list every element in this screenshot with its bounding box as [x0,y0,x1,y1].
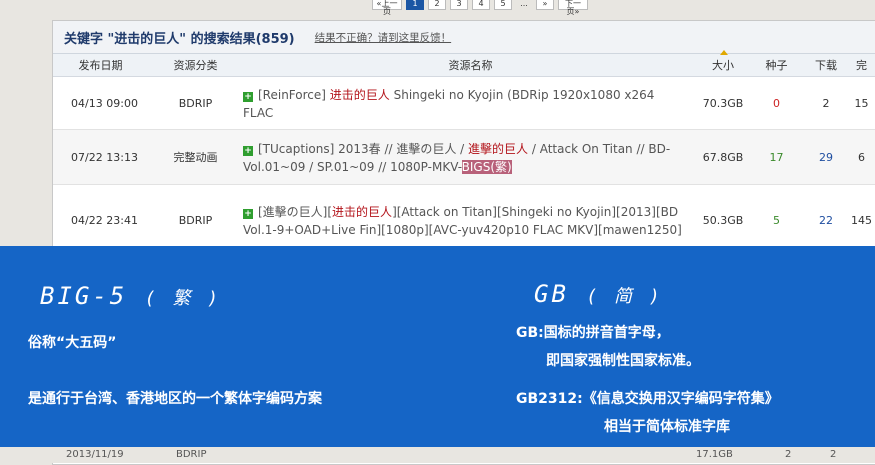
row-downloads: 2 [830,449,837,460]
download-icon[interactable]: + [243,92,253,102]
row-name-highlight: 进击的巨人 [332,205,393,219]
row-name-highlight: 进击的巨人 [329,88,390,102]
row-name-marked: BIGS(繁) [461,160,512,174]
row-name-pre: [ReinForce] [258,88,330,102]
row-date: 2013/11/19 [66,449,124,460]
results-title: 关键字 "进击的巨人" 的搜索结果(859) [64,31,295,47]
gb-title: GB [534,280,569,308]
big5-line-2: 是通行于台湾、香港地区的一个繁体字编码方案 [28,391,322,407]
big5-line-1: 俗称“大五码” [28,335,117,351]
row-seeds: 0 [773,96,780,110]
row-size: 67.8GB [702,150,744,164]
row-size: 70.3GB [702,96,744,110]
big5-paren: ( 繁 ) [144,288,222,309]
col-seeds[interactable]: 种子 [748,57,805,73]
row-name-pre: [TUcaptions] 2013春 // 進擊の巨人 / [258,142,469,156]
row-name[interactable]: + [進擊の巨人][进击的巨人][Attack on Titan][Shingek… [243,195,698,245]
pagination: «上一页 1 2 3 4 5 ... » 下一页» [372,0,588,16]
row-downloads: 22 [819,213,833,227]
row-date: 07/22 13:13 [71,150,138,164]
feedback-link[interactable]: 结果不正确？请到这里反馈！ [315,30,452,45]
table-header: 发布日期 资源分类 资源名称 大小 种子 下载 完 [53,50,875,77]
row-seeds: 2 [785,449,792,460]
col-size-label: 大小 [712,59,734,72]
row-name-highlight: 進擊的巨人 [468,142,529,156]
col-date[interactable]: 发布日期 [53,57,148,73]
col-category[interactable]: 资源分类 [148,57,243,73]
prev-page-button[interactable]: «上一页 [372,0,402,16]
page-3-button[interactable]: 3 [450,0,468,10]
row-name-pre: [進擊の巨人][ [258,205,333,219]
col-done[interactable]: 完 [847,57,875,73]
page-2-button[interactable]: 2 [428,0,446,10]
table-row: 04/13 09:00 BDRIP + [ReinForce] 进击的巨人 Shi… [53,77,875,130]
row-category[interactable]: BDRIP [148,97,243,110]
row-size: 17.1GB [696,449,733,460]
pager-ellipsis: ... [520,0,528,8]
next-page-text-button[interactable]: 下一页» [558,0,588,16]
row-done: 145 [851,213,872,227]
row-size: 50.3GB [702,213,744,227]
row-done: 15 [854,96,869,110]
row-done: 6 [858,150,865,164]
gb-line-4: 相当于简体标准字库 [604,419,730,435]
page-4-button[interactable]: 4 [472,0,490,10]
row-category[interactable]: BDRIP [176,449,207,460]
gb-paren: ( 简 ) [586,286,663,307]
col-name[interactable]: 资源名称 [243,57,698,73]
results-titlebar: 关键字 "进击的巨人" 的搜索结果(859) 结果不正确？请到这里反馈！ [53,21,875,54]
download-icon[interactable]: + [243,146,253,156]
row-name[interactable]: + [ReinForce] 进击的巨人 Shingeki no Kyojin (B… [243,78,698,128]
row-date: 04/13 09:00 [71,96,138,110]
next-page-button[interactable]: » [536,0,554,10]
row-name[interactable]: + [TUcaptions] 2013春 // 進擊の巨人 / 進擊的巨人 / A… [243,132,698,182]
gb-line-1: GB:国标的拼音首字母， [516,325,670,341]
page-5-button[interactable]: 5 [494,0,512,10]
col-size[interactable]: 大小 [698,50,748,73]
page-1-button[interactable]: 1 [406,0,424,10]
sort-arrow-icon [720,50,728,55]
encoding-explanation-overlay: BIG-5 ( 繁 ) 俗称“大五码” 是通行于台湾、香港地区的一个繁体字编码方… [0,246,875,447]
col-downloads[interactable]: 下载 [805,57,847,73]
row-downloads: 2 [822,96,830,110]
row-downloads: 29 [819,150,833,164]
row-category[interactable]: 完整动画 [148,149,243,165]
row-seeds: 5 [773,213,780,227]
row-category[interactable]: BDRIP [148,214,243,227]
gb-line-2: 即国家强制性国家标准。 [546,353,700,369]
table-row: 07/22 13:13 完整动画 + [TUcaptions] 2013春 // … [53,130,875,185]
gb-heading: GB ( 简 ) [534,280,663,308]
table-row-partial: 2013/11/19 BDRIP 17.1GB 2 2 [0,447,875,463]
gb-line-3: GB2312:《信息交换用汉字编码字符集》 [516,391,779,407]
big5-heading: BIG-5 ( 繁 ) [40,282,221,310]
row-seeds: 17 [769,150,784,164]
big5-title: BIG-5 [40,282,128,310]
row-date: 04/22 23:41 [71,213,138,227]
download-icon[interactable]: + [243,209,253,219]
